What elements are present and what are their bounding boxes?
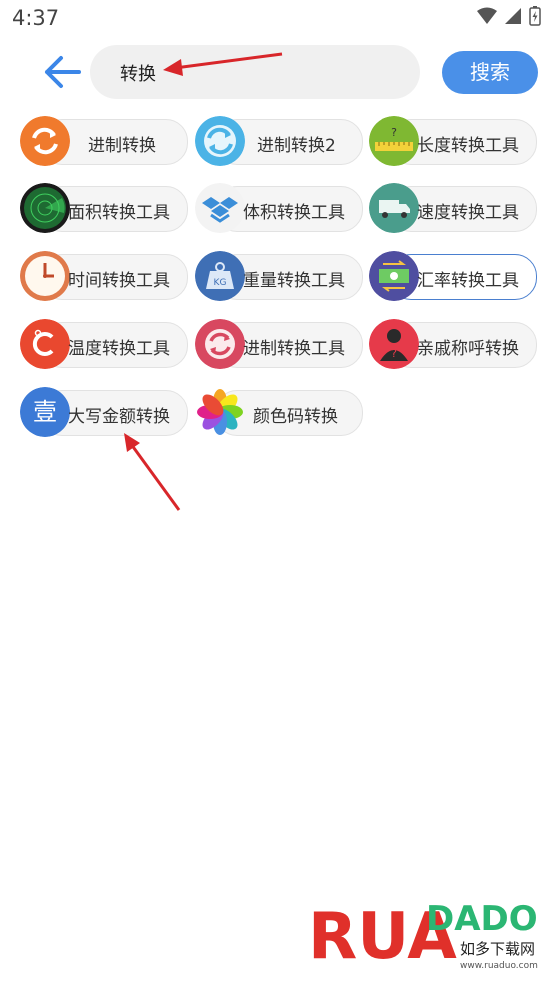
money-icon <box>369 251 419 301</box>
tool-item-volume-convert[interactable]: 体积转换工具 <box>195 183 363 233</box>
tool-item-speed-convert[interactable]: 速度转换工具 <box>369 183 537 233</box>
battery-icon <box>529 6 541 26</box>
search-button[interactable]: 搜索 <box>442 51 538 94</box>
tool-label: 速度转换工具 <box>417 203 519 223</box>
tool-item-radix-convert-tool[interactable]: 进制转换工具 <box>195 319 363 369</box>
tool-label: 进制转换工具 <box>243 339 345 359</box>
cycle-icon <box>195 319 245 369</box>
svg-text:DADO: DADO <box>426 899 538 939</box>
watermark-logo: RUA DADO 如多下载网 www.ruaduo.com <box>308 888 544 978</box>
back-button[interactable] <box>42 50 82 94</box>
svg-text:如多下载网: 如多下载网 <box>460 940 535 958</box>
weight-icon: KG <box>195 251 245 301</box>
tool-label: 时间转换工具 <box>68 271 170 291</box>
tool-item-radix-convert[interactable]: 进制转换 <box>20 116 188 166</box>
tool-label: 重量转换工具 <box>243 271 345 291</box>
tool-item-time-convert[interactable]: 时间转换工具 <box>20 251 188 301</box>
tool-item-color-code-convert[interactable]: 颜色码转换 <box>195 387 363 437</box>
tool-item-area-convert[interactable]: 面积转换工具 <box>20 183 188 233</box>
refresh-orange-icon <box>20 116 70 166</box>
tool-label: 颜色码转换 <box>253 407 338 427</box>
status-bar: 4:37 <box>0 0 553 36</box>
box-icon <box>195 183 245 233</box>
tool-label: 长度转换工具 <box>417 136 519 156</box>
tool-item-radix-convert-2[interactable]: 进制转换2 <box>195 116 363 166</box>
search-input[interactable]: 转换 <box>90 45 420 99</box>
tool-label: 大写金额转换 <box>68 407 170 427</box>
tool-label: 面积转换工具 <box>68 203 170 223</box>
search-query: 转换 <box>120 64 156 85</box>
svg-text:www.ruaduo.com: www.ruaduo.com <box>460 961 538 971</box>
tool-label: 进制转换 <box>88 136 156 156</box>
tool-label: 温度转换工具 <box>68 339 170 359</box>
ruler-icon: ? <box>369 116 419 166</box>
person-question-icon: ? <box>369 319 419 369</box>
svg-text:?: ? <box>391 126 397 139</box>
wifi-icon <box>477 7 497 24</box>
tool-label: 进制转换2 <box>257 136 336 156</box>
clock-icon <box>20 251 70 301</box>
status-time: 4:37 <box>12 6 60 30</box>
tool-item-temperature-convert[interactable]: 温度转换工具 <box>20 319 188 369</box>
tool-item-currency-convert[interactable]: 汇率转换工具 <box>369 251 537 301</box>
refresh-blue-icon <box>195 116 245 166</box>
signal-icon <box>505 8 521 24</box>
tool-label: 体积转换工具 <box>243 203 345 223</box>
svg-text:壹: 壹 <box>33 398 57 426</box>
tool-item-relative-title-convert[interactable]: ? 亲戚称呼转换 <box>369 319 537 369</box>
thermometer-icon <box>20 319 70 369</box>
tool-item-weight-convert[interactable]: KG 重量转换工具 <box>195 251 363 301</box>
svg-text:KG: KG <box>214 278 227 288</box>
arrow-left-icon <box>45 56 81 88</box>
chinese-numeral-icon: 壹 <box>20 387 70 437</box>
tool-label: 亲戚称呼转换 <box>417 339 519 359</box>
truck-icon <box>369 183 419 233</box>
tool-item-length-convert[interactable]: ? 长度转换工具 <box>369 116 537 166</box>
tool-item-capital-amount-convert[interactable]: 壹 大写金额转换 <box>20 387 188 437</box>
tool-label: 汇率转换工具 <box>417 271 519 291</box>
svg-text:?: ? <box>391 347 397 360</box>
color-petals-icon <box>195 387 245 437</box>
radar-icon <box>20 183 70 233</box>
